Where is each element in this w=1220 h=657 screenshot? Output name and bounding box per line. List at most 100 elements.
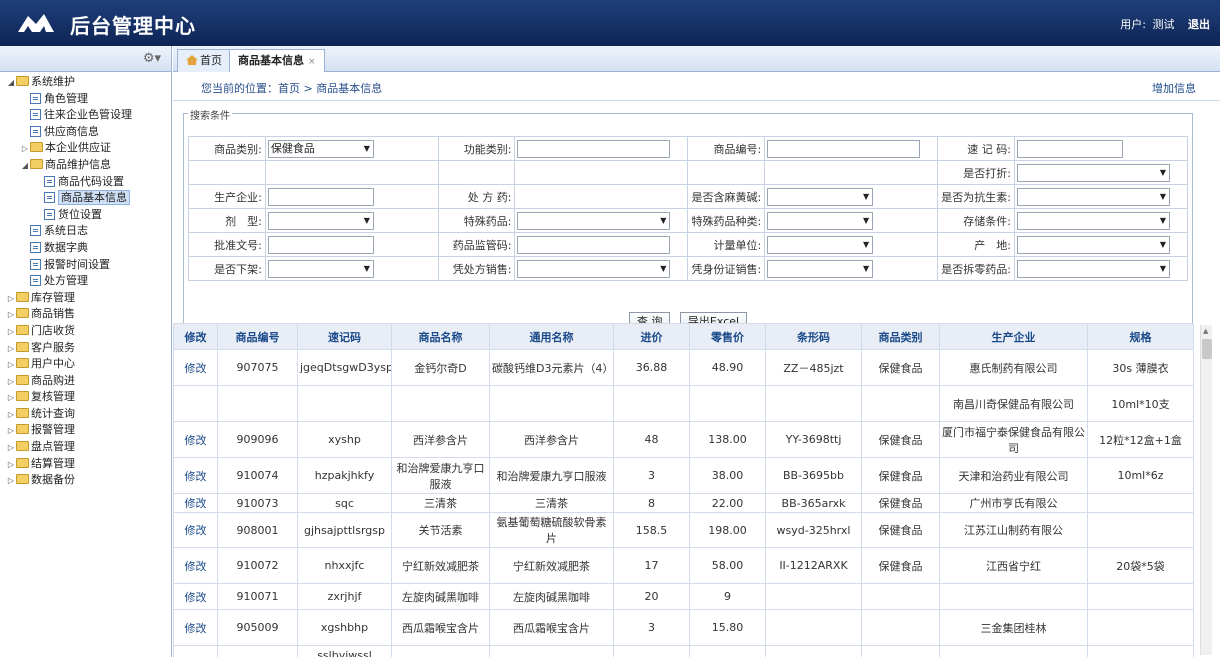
search-select[interactable]: ▼ — [767, 259, 874, 278]
sidebar-item[interactable]: ▷ 复核管理 — [0, 389, 171, 406]
search-field-label — [188, 160, 266, 185]
sidebar-item[interactable]: ▷ 商品购进 — [0, 373, 171, 390]
sidebar-item[interactable]: 系统日志 — [0, 223, 171, 240]
search-input[interactable] — [267, 187, 374, 206]
search-select[interactable]: ▼ — [1016, 235, 1170, 254]
sidebar-item[interactable]: ▷ 结算管理 — [0, 456, 171, 473]
edit-link[interactable]: 修改 — [173, 547, 218, 584]
sidebar-item[interactable]: ▷ 库存管理 — [0, 290, 171, 307]
sidebar-item[interactable]: ▷ 商品销售 — [0, 306, 171, 323]
search-select[interactable]: ▼ — [267, 211, 374, 230]
search-select[interactable]: ▼ — [767, 235, 874, 254]
edit-link[interactable]: 修改 — [173, 493, 218, 513]
table-scrollbar[interactable]: ▲ — [1200, 325, 1212, 655]
search-input[interactable] — [1016, 139, 1123, 158]
sidebar-item[interactable]: 商品基本信息 — [0, 190, 171, 207]
search-select[interactable]: ▼ — [267, 259, 374, 278]
search-select[interactable]: 保健食品 ▼ — [267, 139, 374, 158]
expanded-arrow-icon[interactable]: ◢ — [6, 75, 16, 92]
search-select[interactable]: ▼ — [517, 259, 671, 278]
edit-link[interactable]: 修改 — [173, 609, 218, 646]
search-field-cell: ▼ — [264, 256, 439, 281]
expanded-arrow-icon[interactable]: ◢ — [20, 158, 30, 175]
edit-link[interactable]: 修改 — [173, 645, 218, 657]
column-header[interactable]: 速记码 — [297, 323, 392, 350]
search-select[interactable]: ▼ — [1016, 163, 1170, 182]
collapsed-arrow-icon[interactable]: ▷ — [6, 374, 16, 391]
column-header[interactable]: 修改 — [173, 323, 218, 350]
column-header[interactable]: 商品类别 — [861, 323, 940, 350]
collapsed-arrow-icon[interactable]: ▷ — [6, 307, 16, 324]
search-select[interactable]: ▼ — [1016, 211, 1170, 230]
collapsed-arrow-icon[interactable]: ▷ — [6, 407, 16, 424]
sidebar-item[interactable]: 往来企业色管设理 — [0, 107, 171, 124]
edit-link[interactable]: 修改 — [173, 421, 218, 458]
tab-home[interactable]: 首页 — [177, 49, 231, 72]
column-header[interactable]: 条形码 — [765, 323, 862, 350]
sidebar-item[interactable]: ▷ 客户服务 — [0, 340, 171, 357]
sidebar-item[interactable]: 报警时间设置 — [0, 257, 171, 274]
column-header[interactable]: 零售价 — [689, 323, 766, 350]
table-row: 修改910047sslbyjwssl（yygf赛鲨力赛鲨力补氧胶丸100128.… — [173, 645, 1194, 657]
edit-link[interactable] — [173, 385, 218, 422]
search-field-label: 凭身份证销售: — [687, 256, 766, 281]
sidebar-item[interactable]: ▷ 用户中心 — [0, 356, 171, 373]
logout-link[interactable]: 退出 — [1188, 18, 1210, 31]
search-select[interactable]: ▼ — [1016, 259, 1170, 278]
column-header[interactable]: 商品名称 — [391, 323, 490, 350]
edit-link[interactable]: 修改 — [173, 457, 218, 494]
table-cell: 保健食品 — [861, 512, 940, 548]
tab-goods-info[interactable]: 商品基本信息 × — [229, 49, 325, 72]
collapsed-arrow-icon[interactable]: ▷ — [6, 473, 16, 490]
collapsed-arrow-icon[interactable]: ▷ — [6, 357, 16, 374]
search-select[interactable]: ▼ — [767, 211, 874, 230]
add-info-link[interactable]: 增加信息 — [1152, 80, 1196, 96]
edit-link[interactable]: 修改 — [173, 349, 218, 386]
sidebar-item[interactable]: 商品代码设置 — [0, 174, 171, 191]
sidebar-item[interactable]: 货位设置 — [0, 207, 171, 224]
table-cell: sqc — [297, 493, 392, 513]
column-header[interactable]: 进价 — [613, 323, 690, 350]
collapsed-arrow-icon[interactable]: ▷ — [6, 341, 16, 358]
sidebar-item[interactable]: ▷ 盘点管理 — [0, 439, 171, 456]
gear-icon[interactable]: ⚙▾ — [143, 51, 161, 66]
sidebar-item[interactable]: 处方管理 — [0, 273, 171, 290]
search-input[interactable] — [767, 139, 921, 158]
collapsed-arrow-icon[interactable]: ▷ — [20, 141, 30, 158]
search-select[interactable]: ▼ — [767, 187, 874, 206]
sidebar-item[interactable]: ◢ 商品维护信息 — [0, 157, 171, 174]
column-header[interactable]: 通用名称 — [489, 323, 614, 350]
column-header[interactable]: 商品编号 — [217, 323, 298, 350]
search-select[interactable]: ▼ — [517, 211, 671, 230]
scroll-up-icon[interactable]: ▲ — [1203, 327, 1208, 335]
column-header[interactable]: 规格 — [1087, 323, 1194, 350]
sidebar-item[interactable]: ▷ 数据备份 — [0, 472, 171, 489]
sidebar-item[interactable]: 供应商信息 — [0, 124, 171, 141]
scroll-thumb[interactable] — [1202, 339, 1212, 359]
sidebar-item[interactable]: 角色管理 — [0, 91, 171, 108]
search-input[interactable] — [267, 235, 374, 254]
collapsed-arrow-icon[interactable]: ▷ — [6, 423, 16, 440]
table-cell: 138.00 — [689, 421, 766, 458]
edit-link[interactable]: 修改 — [173, 512, 218, 548]
table-cell: 36.88 — [613, 349, 690, 386]
search-input[interactable] — [517, 235, 671, 254]
search-input[interactable] — [517, 139, 671, 158]
close-icon[interactable]: × — [308, 57, 316, 67]
sidebar-item[interactable]: ▷ 统计查询 — [0, 406, 171, 423]
table-cell — [297, 385, 392, 422]
sidebar-item[interactable]: 数据字典 — [0, 240, 171, 257]
sidebar-item[interactable]: ▷ 报警管理 — [0, 422, 171, 439]
edit-link[interactable]: 修改 — [173, 583, 218, 610]
sidebar-item[interactable]: ◢ 系统维护 — [0, 74, 171, 91]
column-header[interactable]: 生产企业 — [939, 323, 1088, 350]
sidebar-item[interactable]: ▷ 本企业供应证 — [0, 140, 171, 157]
collapsed-arrow-icon[interactable]: ▷ — [6, 291, 16, 308]
collapsed-arrow-icon[interactable]: ▷ — [6, 440, 16, 457]
collapsed-arrow-icon[interactable]: ▷ — [6, 457, 16, 474]
search-field-cell: ▼ — [514, 256, 689, 281]
search-select[interactable]: ▼ — [1016, 187, 1170, 206]
collapsed-arrow-icon[interactable]: ▷ — [6, 390, 16, 407]
sidebar-item[interactable]: ▷ 门店收货 — [0, 323, 171, 340]
collapsed-arrow-icon[interactable]: ▷ — [6, 324, 16, 341]
